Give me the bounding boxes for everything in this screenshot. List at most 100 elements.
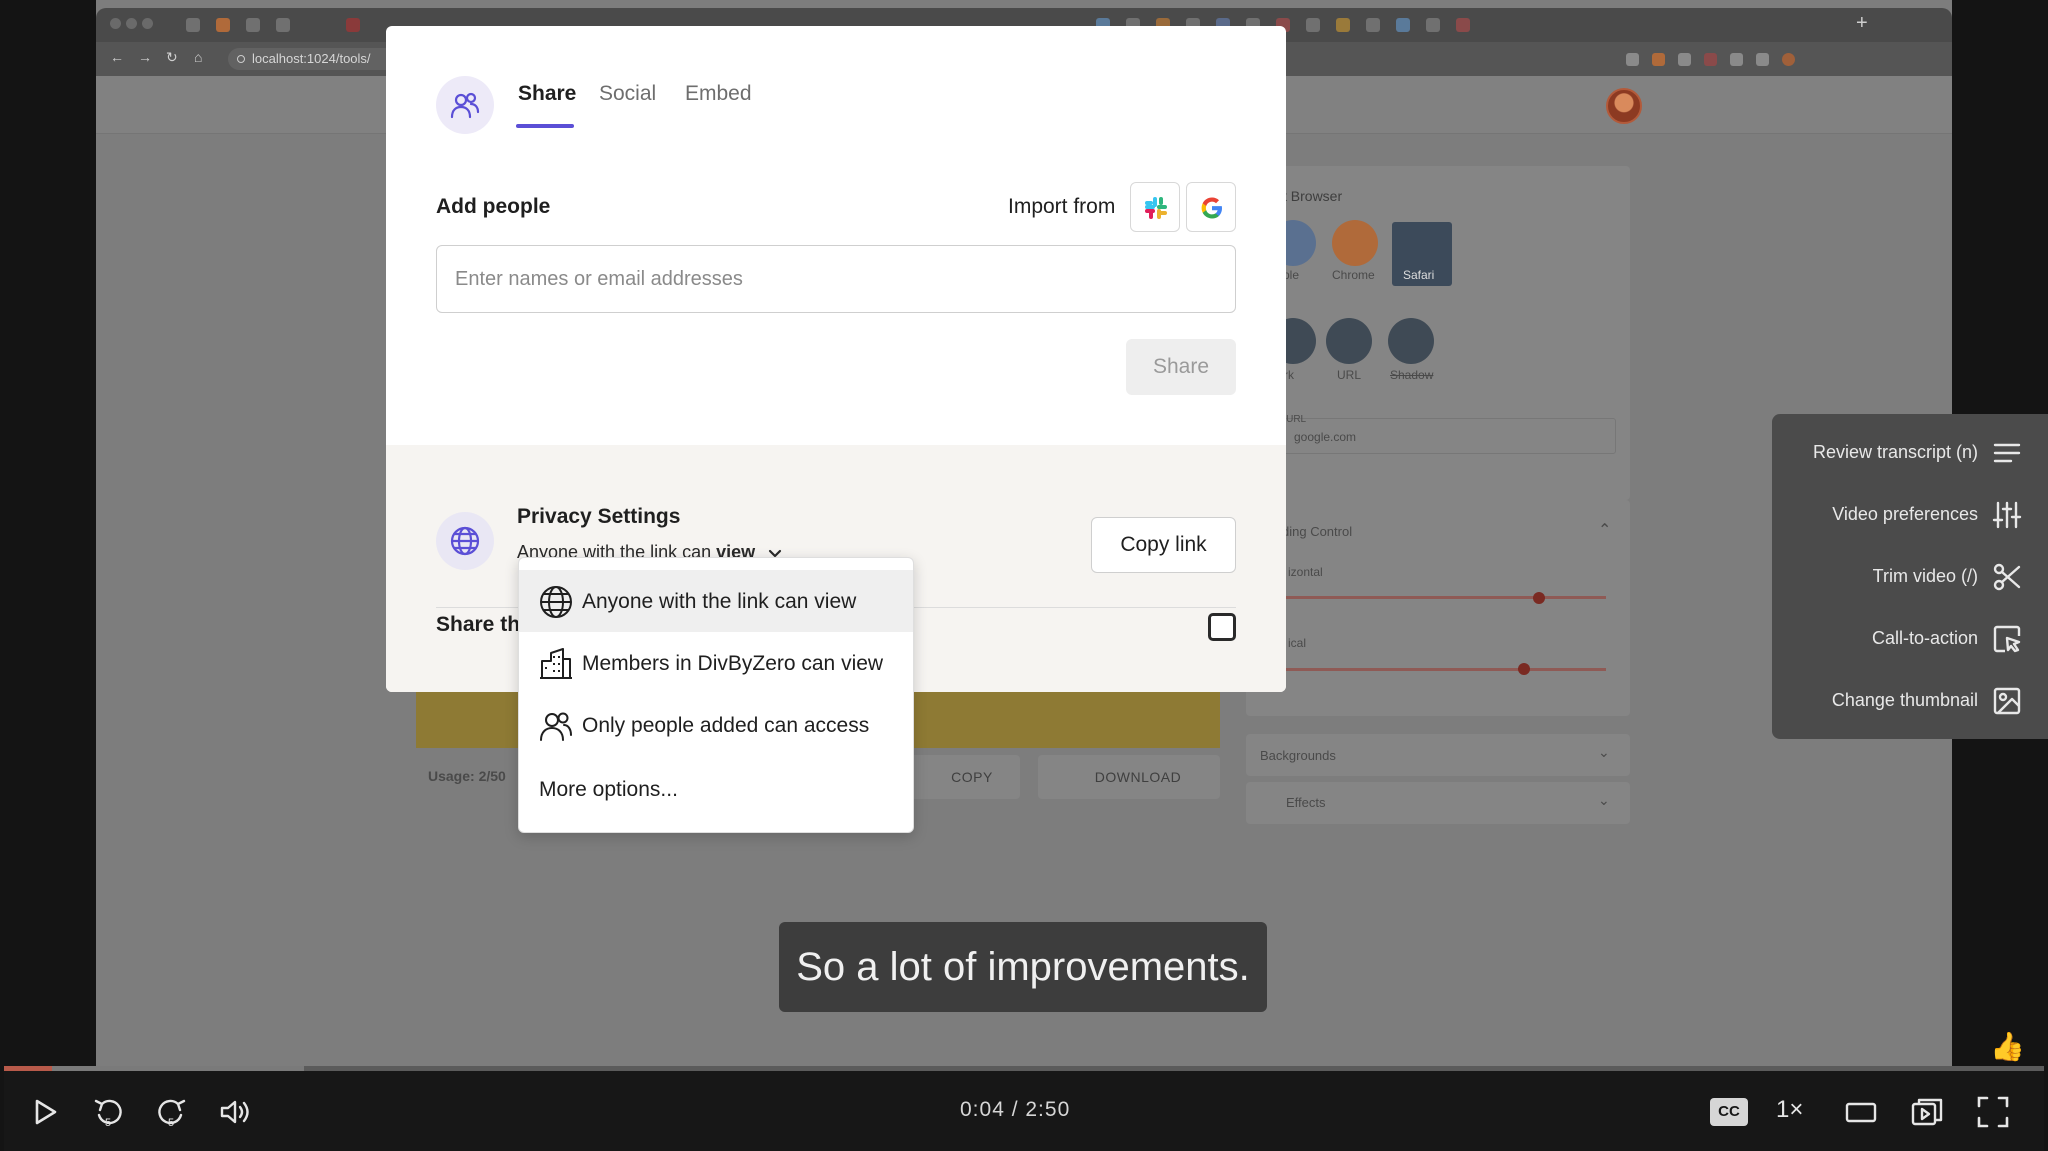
tab-favicon-icon[interactable]	[276, 18, 290, 32]
option-anyone-with-link[interactable]: Anyone with the link can view	[519, 570, 913, 632]
cursor-click-icon[interactable]	[1992, 624, 2022, 654]
svg-text:5: 5	[105, 1117, 111, 1129]
picture-in-picture-icon[interactable]	[1910, 1095, 1944, 1129]
globe-icon	[540, 586, 572, 618]
effects-label: Effects	[1286, 795, 1326, 810]
tab-favicon-icon[interactable]	[1336, 18, 1350, 32]
add-people-heading: Add people	[436, 195, 551, 218]
playback-speed-button[interactable]: 1×	[1776, 1096, 1803, 1124]
tab-favicon-icon[interactable]	[1426, 18, 1440, 32]
address-bar[interactable]: localhost:1024/tools/	[228, 48, 398, 70]
fullscreen-icon[interactable]	[1976, 1095, 2010, 1129]
tab-favicon-icon[interactable]	[246, 18, 260, 32]
extension-icon[interactable]	[1730, 53, 1743, 66]
thumbs-up-icon[interactable]: 👍	[1990, 1030, 2025, 1063]
horizontal-slider-knob[interactable]	[1533, 592, 1545, 604]
vertical-slider-knob[interactable]	[1518, 663, 1530, 675]
sliders-icon[interactable]	[1992, 500, 2022, 530]
tab-share[interactable]: Share	[518, 82, 576, 106]
chevron-up-icon[interactable]: ⌃	[1598, 520, 1611, 540]
option-members-in-org[interactable]: Members in DivByZero can view	[519, 632, 913, 694]
option-label: Members in DivByZero can view	[582, 652, 884, 675]
globe-icon	[450, 526, 480, 556]
slack-icon	[1145, 197, 1167, 219]
forward-5-icon[interactable]: 5	[154, 1095, 188, 1129]
import-google-button[interactable]	[1186, 182, 1236, 232]
frame-option-url[interactable]	[1326, 318, 1372, 364]
share-button[interactable]: Share	[1126, 339, 1236, 395]
chevron-down-icon[interactable]: ⌄	[1598, 744, 1610, 761]
new-tab-icon[interactable]: +	[1856, 12, 1868, 35]
option-only-people-added[interactable]: Only people added can access	[519, 694, 913, 756]
globe-badge	[436, 512, 494, 570]
rewind-5-icon[interactable]: 5	[92, 1095, 126, 1129]
share-checkbox[interactable]	[1208, 613, 1236, 641]
frame-option-label: Shadow	[1390, 368, 1434, 382]
frame-option-shadow[interactable]	[1388, 318, 1434, 364]
browser-option-label: Chrome	[1332, 268, 1375, 282]
extension-icon[interactable]	[1626, 53, 1639, 66]
tab-favicon-icon[interactable]	[1456, 18, 1470, 32]
video-side-menu: Review transcript (n) Video preferences …	[1772, 414, 2048, 739]
copy-button[interactable]: COPY	[906, 755, 1020, 799]
tab-embed[interactable]: Embed	[685, 82, 752, 106]
trim-video-item[interactable]: Trim video (/)	[1873, 566, 1978, 587]
copy-label: COPY	[951, 769, 993, 785]
image-icon[interactable]	[1992, 686, 2022, 716]
browser-option-label: Safari	[1403, 268, 1435, 282]
import-from-label: Import from	[1008, 195, 1116, 218]
play-icon[interactable]	[28, 1095, 62, 1129]
tab-social[interactable]: Social	[599, 82, 656, 106]
site-info-icon	[237, 55, 245, 63]
scissors-icon[interactable]	[1992, 562, 2022, 592]
forward-icon[interactable]: →	[138, 49, 152, 65]
email-input[interactable]	[436, 245, 1236, 313]
horizontal-label: izontal	[1288, 565, 1323, 579]
download-label: DOWNLOAD	[1094, 769, 1182, 785]
profile-icon[interactable]	[1782, 53, 1795, 66]
option-label: Anyone with the link can view	[582, 590, 857, 613]
volume-icon[interactable]	[218, 1095, 252, 1129]
backgrounds-label: Backgrounds	[1260, 748, 1336, 763]
back-icon[interactable]: ←	[110, 49, 124, 65]
avatar[interactable]	[1606, 88, 1642, 124]
more-options-item[interactable]: More options...	[539, 778, 678, 802]
padding-control-title: ding Control	[1282, 524, 1353, 539]
extension-icon[interactable]	[1652, 53, 1665, 66]
theater-mode-icon[interactable]	[1844, 1095, 1878, 1129]
tab-favicon-icon[interactable]	[216, 18, 230, 32]
building-icon	[540, 648, 572, 679]
tab-favicon-icon[interactable]	[1306, 18, 1320, 32]
privacy-settings-title: Privacy Settings	[517, 505, 681, 528]
active-tab-indicator	[516, 124, 574, 128]
home-icon[interactable]: ⌂	[194, 49, 202, 65]
extension-icon[interactable]	[1756, 53, 1769, 66]
chevron-down-icon[interactable]: ⌄	[1598, 792, 1610, 809]
share-this-label: Share th	[436, 613, 521, 636]
extension-icon[interactable]	[1678, 53, 1691, 66]
review-transcript-item[interactable]: Review transcript (n)	[1813, 442, 1978, 463]
vertical-label: ical	[1288, 636, 1307, 650]
call-to-action-item[interactable]: Call-to-action	[1872, 628, 1978, 649]
import-slack-button[interactable]	[1130, 182, 1180, 232]
transcript-icon[interactable]	[1992, 438, 2022, 468]
change-thumbnail-item[interactable]: Change thumbnail	[1832, 690, 1978, 711]
people-badge	[436, 76, 494, 134]
copy-link-button[interactable]: Copy link	[1091, 517, 1236, 573]
closed-captions-button[interactable]: CC	[1710, 1098, 1748, 1126]
browser-option-chrome[interactable]	[1332, 220, 1378, 266]
tab-favicon-icon[interactable]	[1366, 18, 1380, 32]
caption-overlay: So a lot of improvements.	[779, 922, 1267, 1012]
tab-favicon-icon[interactable]	[346, 18, 360, 32]
extension-icon[interactable]	[1704, 53, 1717, 66]
people-icon	[540, 712, 572, 741]
reload-icon[interactable]: ↻	[166, 49, 178, 66]
video-preferences-item[interactable]: Video preferences	[1832, 504, 1978, 525]
download-button[interactable]: DOWNLOAD	[1038, 755, 1220, 799]
tab-favicon-icon[interactable]	[1396, 18, 1410, 32]
tab-favicon-icon[interactable]	[186, 18, 200, 32]
player-controls: 5 5 0:04 / 2:50 CC 1×	[4, 1071, 2044, 1151]
svg-text:5: 5	[168, 1117, 174, 1129]
horizontal-slider[interactable]	[1282, 596, 1606, 599]
vertical-slider[interactable]	[1282, 668, 1606, 671]
